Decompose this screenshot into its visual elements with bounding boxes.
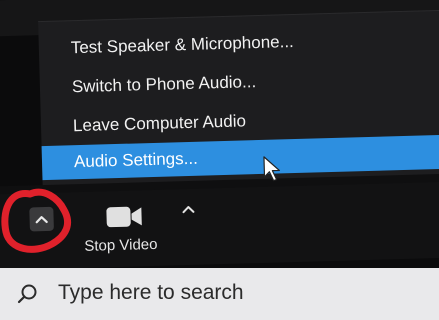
stop-video-label: Stop Video — [84, 235, 158, 255]
audio-options-button[interactable] — [29, 206, 54, 232]
stop-video-button[interactable]: Stop Video — [83, 196, 215, 264]
chevron-up-icon — [35, 216, 48, 224]
meeting-toolbar: Stop Video — [0, 181, 439, 271]
menu-item-switch-to-phone-audio[interactable]: Switch to Phone Audio... — [39, 59, 439, 105]
video-options-chevron-icon[interactable] — [179, 201, 197, 219]
search-icon[interactable] — [16, 282, 40, 306]
zoom-screen-photo: Test Speaker & Microphone... Switch to P… — [0, 0, 439, 320]
mouse-cursor-icon — [263, 156, 280, 182]
audio-options-menu: Test Speaker & Microphone... Switch to P… — [38, 9, 439, 188]
menu-item-test-speaker-microphone[interactable]: Test Speaker & Microphone... — [38, 20, 439, 66]
taskbar-search-input[interactable]: Type here to search — [58, 281, 244, 305]
video-camera-icon — [106, 206, 142, 228]
windows-taskbar: Type here to search — [0, 268, 439, 320]
